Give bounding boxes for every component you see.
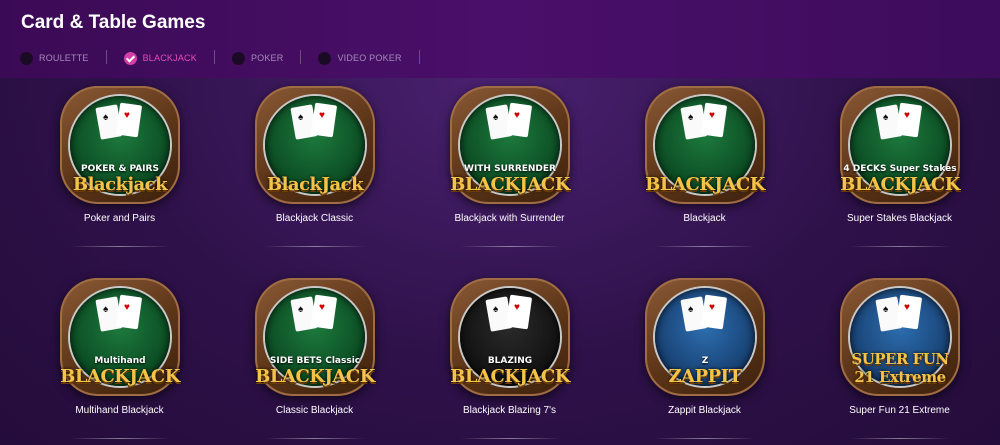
game-card[interactable]: ♠ ♥ 4 DECKS Super Stakes BLACKJACK Super Sta…	[802, 86, 997, 261]
svg-text:♠: ♠	[883, 304, 889, 315]
svg-text:♠: ♠	[298, 112, 304, 123]
game-logo-text: Blackjack	[72, 174, 168, 195]
game-card[interactable]: ♠ ♥ Z ZAPPIT Zappit Blackjack	[607, 278, 802, 445]
svg-text:♥: ♥	[904, 302, 910, 313]
game-card[interactable]: ♠ ♥ BLAZING BLACKJACK Blackjack Blazing 7's	[412, 278, 607, 445]
page-title: Card & Table Games	[21, 12, 206, 33]
game-logo-subtitle: BLAZING	[487, 356, 533, 366]
tab-separator	[213, 50, 215, 64]
svg-text:♥: ♥	[124, 110, 130, 121]
game-card[interactable]: ♠ ♥ Multihand BLACKJACK Multihand Blackjack	[22, 278, 217, 445]
svg-text:♠: ♠	[493, 112, 499, 123]
game-card[interactable]: ♠ ♥ POKER & PAIRS Blackjack Poker and Pairs	[22, 86, 217, 261]
tab-poker[interactable]: POKER	[231, 48, 319, 68]
card-divider	[265, 246, 365, 247]
game-logo-text: BlackJack	[266, 174, 364, 195]
game-logo-text: BLACKJACK	[840, 174, 960, 195]
game-logo-subtitle: SIDE BETS Classic	[269, 356, 361, 366]
card-divider	[460, 246, 560, 247]
game-logo-subtitle: Z	[701, 356, 709, 366]
game-thumbnail[interactable]: ♠ ♥ BLAZING BLACKJACK	[450, 278, 570, 396]
game-thumbnail[interactable]: ♠ ♥ Z ZAPPIT	[645, 278, 765, 396]
game-category-tabs: ROULETTE BLACKJACK POKER VIDEO POKER	[20, 48, 437, 68]
game-card[interactable]: ♠ ♥ SIDE BETS Classic BLACKJACK Classic Blac…	[217, 278, 412, 445]
game-title[interactable]: Super Stakes Blackjack	[802, 213, 997, 224]
svg-text:♥: ♥	[514, 302, 520, 313]
card-divider	[850, 438, 950, 439]
svg-text:♠: ♠	[688, 304, 694, 315]
check-circle-icon	[123, 51, 137, 65]
tab-video-poker[interactable]: VIDEO POKER	[318, 48, 436, 68]
tab-separator	[300, 50, 302, 64]
game-logo-subtitle: WITH SURRENDER	[464, 164, 556, 174]
game-title[interactable]: Classic Blackjack	[217, 405, 412, 416]
svg-text:♠: ♠	[298, 304, 304, 315]
svg-text:♥: ♥	[124, 302, 130, 313]
card-divider	[70, 246, 170, 247]
card-divider	[460, 438, 560, 439]
game-card[interactable]: ♠ ♥ BlackJack Blackjack Classic	[217, 86, 412, 261]
svg-text:♠: ♠	[103, 304, 109, 315]
radio-dot-icon	[20, 51, 33, 65]
game-title[interactable]: Blackjack Classic	[217, 213, 412, 224]
games-grid: ♠ ♥ POKER & PAIRS Blackjack Poker and Pairs ♠…	[22, 86, 1000, 445]
tab-label: POKER	[250, 53, 284, 63]
game-card[interactable]: ♠ ♥ SUPER FUN 21 Extreme Super Fun 21 Extre…	[802, 278, 997, 445]
tab-label: ROULETTE	[39, 53, 89, 63]
svg-text:♠: ♠	[883, 112, 889, 123]
tab-label: BLACKJACK	[142, 53, 197, 63]
svg-text:♥: ♥	[709, 302, 715, 313]
game-logo-text: BLACKJACK	[255, 366, 375, 387]
svg-text:♠: ♠	[493, 304, 499, 315]
game-thumbnail[interactable]: ♠ ♥ 4 DECKS Super Stakes BLACKJACK	[840, 86, 960, 204]
game-card[interactable]: ♠ ♥ BLACKJACK Blackjack	[607, 86, 802, 261]
svg-text:♠: ♠	[688, 112, 694, 123]
game-logo-text: BLACKJACK	[450, 366, 570, 387]
game-thumbnail[interactable]: ♠ ♥ POKER & PAIRS Blackjack	[60, 86, 180, 204]
game-logo-text: BLACKJACK	[645, 174, 765, 195]
game-logo-subtitle: POKER & PAIRS	[81, 164, 159, 174]
radio-dot-icon	[318, 51, 332, 65]
tab-separator	[418, 50, 420, 64]
tab-label: VIDEO POKER	[337, 53, 402, 63]
game-logo-text: BLACKJACK	[60, 366, 180, 387]
game-thumbnail[interactable]: ♠ ♥ BlackJack	[255, 86, 375, 204]
game-title[interactable]: Poker and Pairs	[22, 213, 217, 224]
game-title[interactable]: Blackjack	[607, 213, 802, 224]
game-logo-subtitle: Multihand	[94, 356, 146, 366]
game-logo-text: ZAPPIT	[668, 366, 743, 387]
game-thumbnail[interactable]: ♠ ♥ Multihand BLACKJACK	[60, 278, 180, 396]
game-logo-subtitle: 4 DECKS Super Stakes	[843, 164, 957, 174]
game-title[interactable]: Super Fun 21 Extreme	[802, 405, 997, 416]
card-divider	[70, 438, 170, 439]
card-divider	[655, 438, 755, 439]
game-title[interactable]: Multihand Blackjack	[22, 405, 217, 416]
svg-text:♥: ♥	[319, 110, 325, 121]
svg-text:♥: ♥	[514, 110, 520, 121]
game-card[interactable]: ♠ ♥ WITH SURRENDER BLACKJACK Blackjack with …	[412, 86, 607, 261]
game-logo-text: SUPER FUN 21 Extreme	[851, 350, 949, 386]
game-thumbnail[interactable]: ♠ ♥ SUPER FUN 21 Extreme	[840, 278, 960, 396]
svg-text:♥: ♥	[904, 110, 910, 121]
games-grid-area: ♠ ♥ POKER & PAIRS Blackjack Poker and Pairs ♠…	[0, 78, 1000, 445]
tab-separator	[105, 50, 107, 64]
radio-dot-icon	[231, 51, 245, 65]
svg-text:♥: ♥	[319, 302, 325, 313]
game-title[interactable]: Blackjack Blazing 7's	[412, 405, 607, 416]
tab-roulette[interactable]: ROULETTE	[20, 48, 124, 68]
game-thumbnail[interactable]: ♠ ♥ SIDE BETS Classic BLACKJACK	[255, 278, 375, 396]
svg-text:♠: ♠	[103, 112, 109, 123]
game-title[interactable]: Blackjack with Surrender	[412, 213, 607, 224]
tab-blackjack[interactable]: BLACKJACK	[123, 48, 232, 68]
card-divider	[850, 246, 950, 247]
game-thumbnail[interactable]: ♠ ♥ BLACKJACK	[645, 86, 765, 204]
header: Card & Table Games ROULETTE BLACKJACK PO…	[0, 0, 1000, 78]
card-divider	[265, 438, 365, 439]
svg-text:♥: ♥	[709, 110, 715, 121]
card-divider	[655, 246, 755, 247]
game-logo-text: BLACKJACK	[450, 174, 570, 195]
game-title[interactable]: Zappit Blackjack	[607, 405, 802, 416]
game-thumbnail[interactable]: ♠ ♥ WITH SURRENDER BLACKJACK	[450, 86, 570, 204]
